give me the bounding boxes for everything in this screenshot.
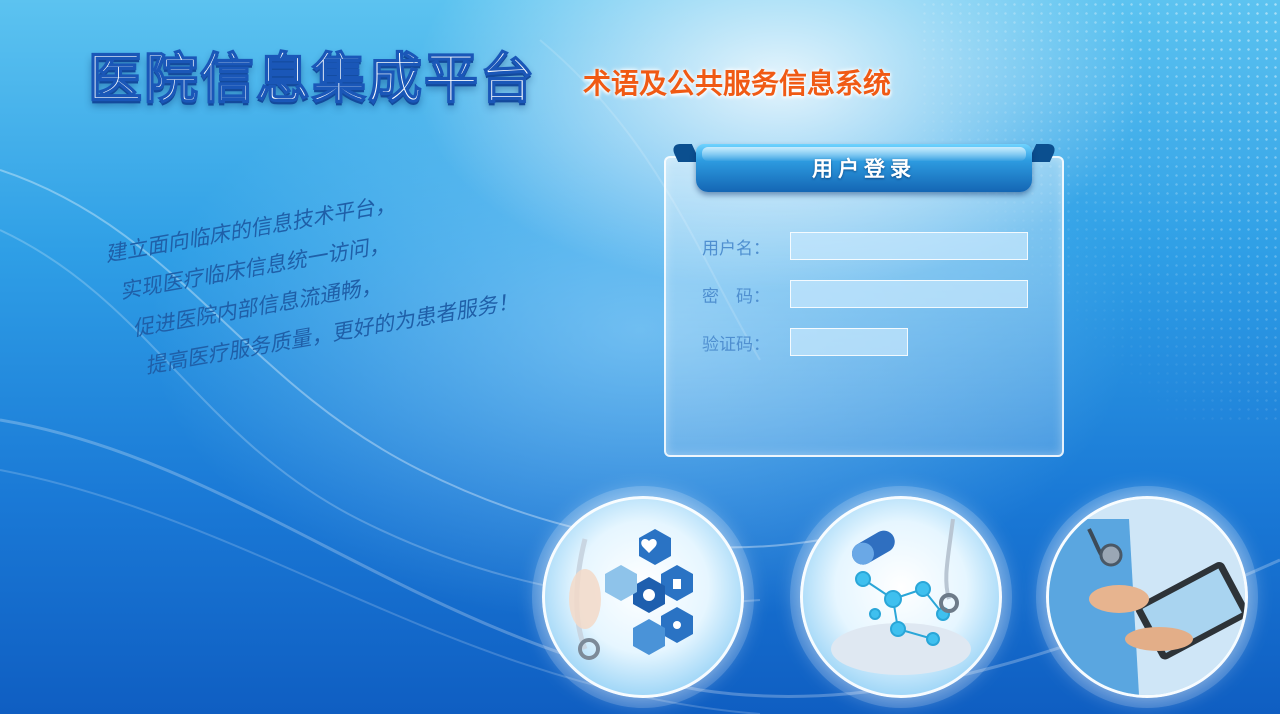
password-row: 密 码：: [702, 278, 1028, 310]
login-title: 用户登录: [812, 157, 916, 181]
sub-title: 术语及公共服务信息系统: [583, 67, 892, 100]
doctor-tablet-illustration: [1046, 496, 1248, 698]
captcha-row: 验证码：: [702, 326, 908, 358]
password-input[interactable]: [790, 280, 1028, 308]
main-title: 医院信息集成平台: [87, 46, 536, 111]
captcha-label: 验证码：: [702, 334, 770, 355]
molecule-capsule-illustration: [800, 496, 1002, 698]
captcha-input[interactable]: [790, 328, 908, 356]
medical-hexagon-icons-illustration: [542, 496, 744, 698]
username-label: 用户名：: [702, 238, 770, 259]
username-row: 用户名：: [702, 230, 1028, 262]
login-panel: 用户登录 用户名： 密 码： 验证码：: [664, 144, 1064, 457]
password-label: 密 码：: [702, 286, 770, 307]
username-input[interactable]: [790, 232, 1028, 260]
login-banner: 用户登录: [696, 144, 1032, 192]
